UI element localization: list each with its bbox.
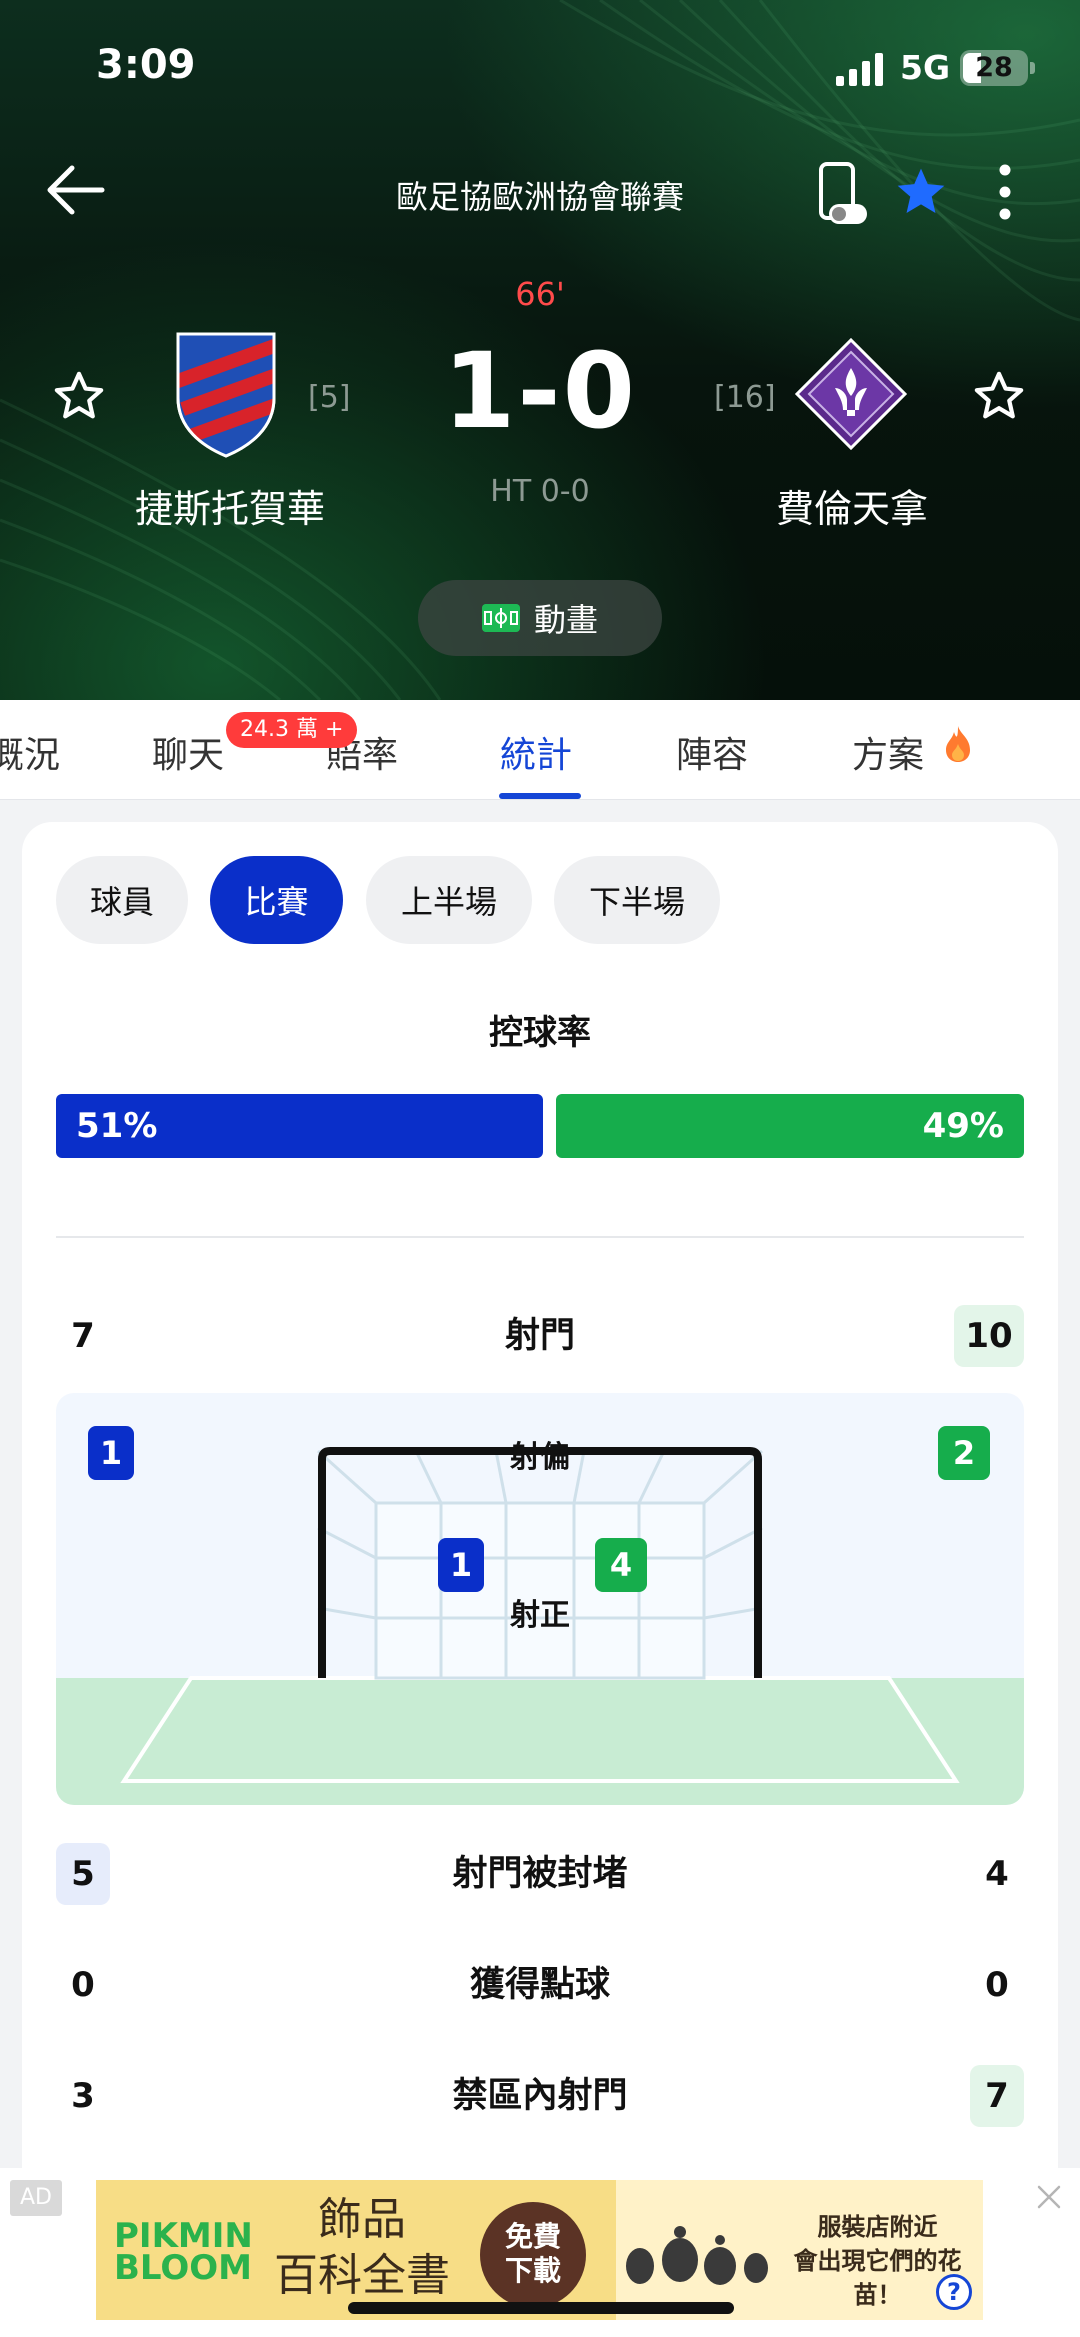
shots-on-target-label: 射正 xyxy=(510,1598,570,1633)
shots-off-target-label: 射偏 xyxy=(510,1440,570,1475)
tab-bar: 概況 聊天 賠率 統計 陣容 方案 24.3 萬 + xyxy=(0,700,1080,800)
match-minute: 66' xyxy=(515,275,565,313)
ad-headline-line1: 飾品 xyxy=(318,2194,406,2245)
stat-label: 射門被封堵 xyxy=(452,1854,628,1894)
stat-away-value: 4 xyxy=(985,1854,1009,1894)
stat-home-value: 0 xyxy=(71,1965,95,2005)
stat-label: 獲得點球 xyxy=(469,1965,610,2005)
ad-download-button[interactable]: 免費 下載 xyxy=(480,2202,586,2308)
filter-second-half[interactable]: 下半場 xyxy=(554,856,720,944)
possession-away-bar: 49% xyxy=(556,1094,1024,1158)
shots-off-away-value: 2 xyxy=(938,1426,990,1480)
stat-away-value: 7 xyxy=(970,2065,1024,2127)
match-header: 3:09 5G 28 歐足協歐洲協會聯賽 66' 1-0 HT 0-0 [5] … xyxy=(0,0,1080,700)
away-team-crest-icon[interactable] xyxy=(795,338,907,450)
filter-first-half[interactable]: 上半場 xyxy=(366,856,532,944)
ad-close-icon[interactable] xyxy=(1034,2182,1064,2212)
tab-stats[interactable]: 統計 xyxy=(500,726,572,778)
possession-title: 控球率 xyxy=(489,1013,591,1053)
shots-off-home-value: 1 xyxy=(88,1426,134,1480)
stat-label: 射門 xyxy=(504,1316,575,1356)
tab-tips[interactable]: 方案 xyxy=(852,726,924,778)
shots-on-away-value: 4 xyxy=(595,1538,647,1592)
home-team-rank: [5] xyxy=(308,380,351,415)
phone-toggle-icon[interactable] xyxy=(815,160,869,226)
filter-players[interactable]: 球員 xyxy=(56,856,188,944)
home-team-crest-icon[interactable] xyxy=(170,328,282,458)
ad-headline: 飾品 百科全書 xyxy=(274,2192,450,2304)
possession-home-bar: 51% xyxy=(56,1094,543,1158)
stat-home-value: 3 xyxy=(71,2076,95,2116)
chat-count-badge: 24.3 萬 + xyxy=(226,712,358,748)
network-label: 5G xyxy=(900,48,951,87)
shots-on-home-value: 1 xyxy=(438,1538,484,1592)
stat-away-value: 0 xyxy=(985,1965,1009,2005)
home-team-name[interactable]: 捷斯托賀華 xyxy=(100,478,360,533)
away-team-name[interactable]: 費倫天拿 xyxy=(722,478,982,533)
away-team-rank: [16] xyxy=(714,380,776,415)
back-arrow-icon[interactable] xyxy=(44,160,108,220)
league-title: 歐足協歐洲協會聯賽 xyxy=(395,178,684,216)
section-divider xyxy=(56,1236,1024,1238)
ad-banner[interactable]: PIKMIN BLOOM 飾品 百科全書 免費 下載 服裝店附近 會出現它們的花… xyxy=(96,2180,983,2320)
stat-label: 禁區內射門 xyxy=(452,2076,628,2116)
tab-lineup[interactable]: 陣容 xyxy=(676,726,748,778)
signal-icon xyxy=(836,53,883,86)
tab-more-partial[interactable] xyxy=(1070,726,1080,767)
stat-row-shots: 射門 7 10 xyxy=(56,1305,1024,1367)
animation-label: 動畫 xyxy=(533,601,598,639)
more-menu-icon[interactable] xyxy=(990,162,1020,222)
stat-row-box-shots: 禁區內射門 3 7 xyxy=(56,2065,1024,2127)
stat-away-value: 10 xyxy=(954,1305,1024,1367)
ad-brand-line2: BLOOM xyxy=(114,2248,253,2288)
stat-row-penalties: 獲得點球 0 0 xyxy=(56,1954,1024,2016)
ad-brand-logo: PIKMIN BLOOM xyxy=(114,2219,253,2288)
ad-cta-line1: 免費 xyxy=(504,2220,561,2253)
filter-match[interactable]: 比賽 xyxy=(210,856,343,944)
home-indicator[interactable] xyxy=(348,2302,734,2314)
tab-overview[interactable]: 概況 xyxy=(0,726,60,778)
animation-button[interactable]: 動畫 xyxy=(418,580,662,656)
ad-headline-line2: 百科全書 xyxy=(274,2250,450,2301)
stat-home-value: 5 xyxy=(56,1843,110,1905)
ad-sub-line1: 服裝店附近 xyxy=(817,2213,938,2241)
stat-row-blocked: 射門被封堵 5 4 xyxy=(56,1843,1024,1905)
battery-level: 28 xyxy=(975,52,1013,83)
battery-icon: 28 xyxy=(960,50,1028,86)
ad-cta-line2: 下載 xyxy=(504,2254,561,2287)
stat-home-value: 7 xyxy=(71,1316,95,1356)
tab-chat[interactable]: 聊天 xyxy=(152,726,224,778)
match-score: 1-0 xyxy=(443,330,637,452)
favorite-match-star-icon[interactable] xyxy=(893,164,949,220)
fire-icon xyxy=(946,726,970,762)
ad-tag: AD xyxy=(10,2180,62,2216)
home-team-follow-star-icon[interactable] xyxy=(50,368,108,424)
ad-help-icon[interactable]: ? xyxy=(936,2274,972,2310)
halftime-score: HT 0-0 xyxy=(490,474,590,509)
battery-cap xyxy=(1030,62,1035,74)
away-team-follow-star-icon[interactable] xyxy=(970,368,1028,424)
ad-pikmin-illustration xyxy=(626,2226,768,2285)
status-time: 3:09 xyxy=(96,42,196,88)
pitch-icon xyxy=(481,604,520,632)
active-tab-indicator xyxy=(499,793,581,799)
